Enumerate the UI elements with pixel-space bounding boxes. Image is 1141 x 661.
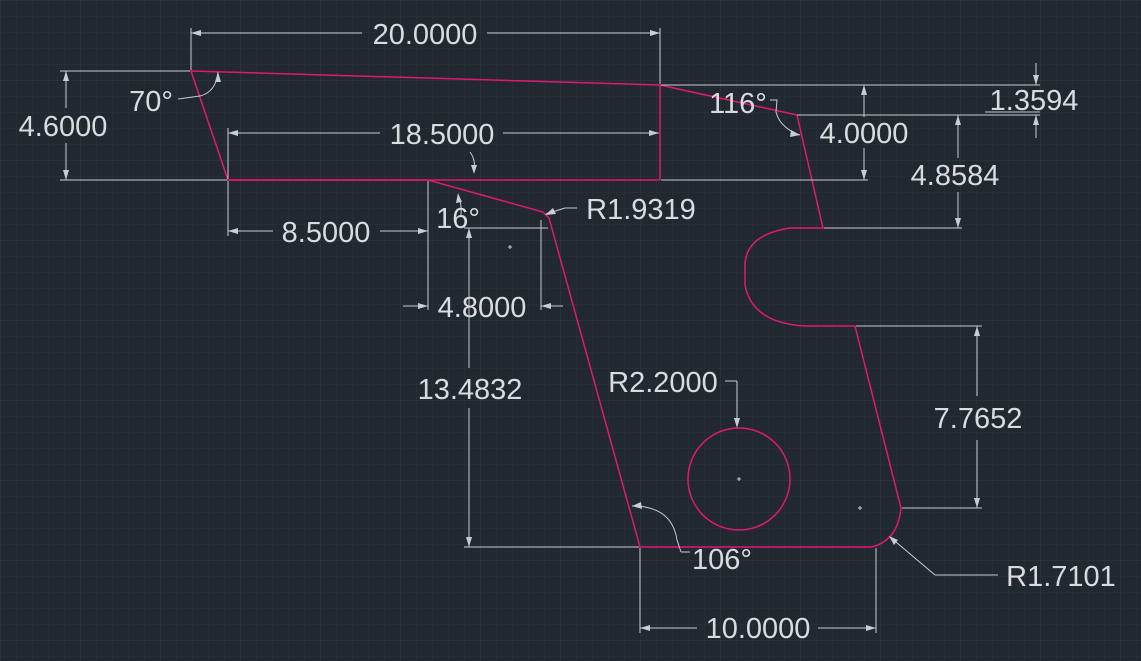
top-angle-label: 70° bbox=[129, 86, 173, 118]
upper-inner-length-label: 18.5000 bbox=[390, 119, 495, 151]
cad-drawing-canvas: 20.0000 4.6000 70° 18.5000 116° 1.3594 4… bbox=[0, 0, 1141, 661]
trigger-width-label: 4.8000 bbox=[438, 292, 527, 324]
overall-length-label: 20.0000 bbox=[373, 19, 478, 51]
cad-drawing: 20.0000 4.6000 70° 18.5000 116° 1.3594 4… bbox=[0, 0, 1141, 661]
grip-height-label: 13.4832 bbox=[418, 374, 523, 406]
bottom-width-label: 10.0000 bbox=[706, 613, 811, 645]
hole-radius-label: R2.2000 bbox=[608, 367, 718, 399]
grip-side-height-label: 7.7652 bbox=[934, 403, 1023, 435]
barrel-angle-label: 116° bbox=[709, 88, 767, 120]
bottom-corner-radius-label: R1.7101 bbox=[1006, 561, 1116, 593]
trigger-angle-label: 16° bbox=[436, 203, 480, 235]
right-step-label: 1.3594 bbox=[990, 85, 1079, 117]
barrel-height-label: 4.0000 bbox=[820, 118, 909, 150]
bottom-angle-label: 106° bbox=[692, 544, 752, 576]
slide-to-slot-label: 4.8584 bbox=[911, 160, 1000, 192]
left-height-label: 4.6000 bbox=[19, 111, 108, 143]
trigger-offset-label: 8.5000 bbox=[282, 217, 371, 249]
trigger-radius-label: R1.9319 bbox=[586, 194, 696, 226]
